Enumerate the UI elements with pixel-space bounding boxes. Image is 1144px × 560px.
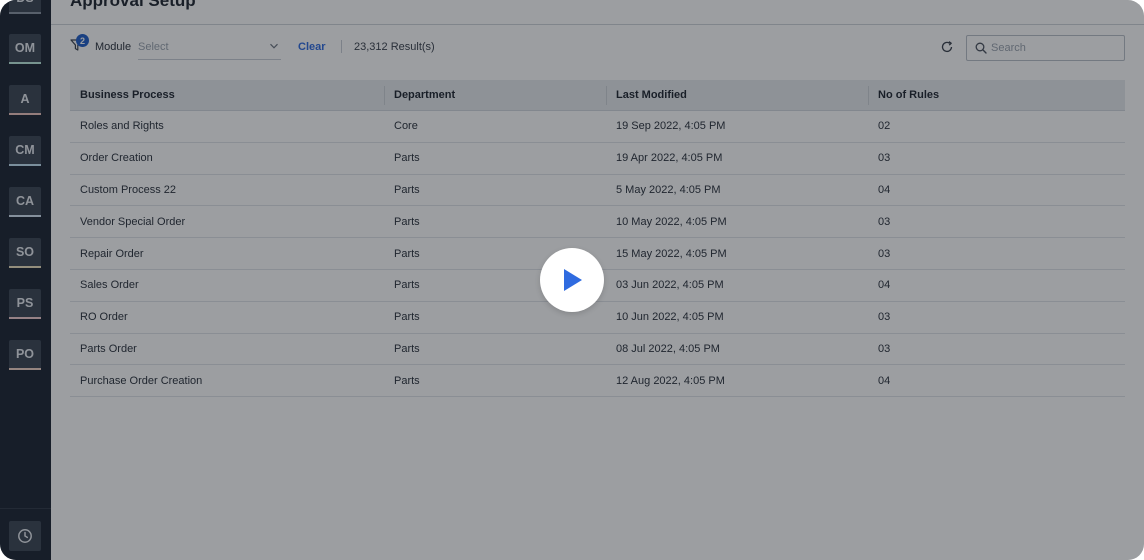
column-header-business-process[interactable]: Business Process xyxy=(70,80,384,110)
cell-last-modified: 15 May 2022, 4:05 PM xyxy=(616,247,727,260)
cell-department: Parts xyxy=(394,342,420,355)
cell-department: Parts xyxy=(394,374,420,387)
cell-business-process: Order Creation xyxy=(80,152,153,165)
table-row[interactable]: Custom Process 22 Parts 5 May 2022, 4:05… xyxy=(70,175,1125,207)
sidebar-item-ps[interactable]: PS xyxy=(9,289,41,319)
cell-no-of-rules: 04 xyxy=(878,279,891,292)
sidebar-item-po[interactable]: PO xyxy=(9,340,41,370)
cell-last-modified: 12 Aug 2022, 4:05 PM xyxy=(616,374,725,387)
cell-no-of-rules: 03 xyxy=(878,311,891,324)
cell-business-process: RO Order xyxy=(80,311,128,324)
sidebar-divider xyxy=(0,508,51,509)
cell-department: Parts xyxy=(394,183,420,196)
page-title: Approval Setup xyxy=(70,0,196,10)
sidebar-item-a[interactable]: A xyxy=(9,85,41,115)
table-row[interactable]: Vendor Special Order Parts 10 May 2022, … xyxy=(70,206,1125,239)
cell-no-of-rules: 03 xyxy=(878,342,891,355)
chevron-down-icon xyxy=(270,43,278,49)
cell-business-process: Repair Order xyxy=(80,247,144,260)
table-row[interactable]: Order Creation Parts 19 Apr 2022, 4:05 P… xyxy=(70,143,1125,175)
cell-last-modified: 03 Jun 2022, 4:05 PM xyxy=(616,279,724,292)
table-row[interactable]: Purchase Order Creation Parts 12 Aug 202… xyxy=(70,365,1125,398)
cell-business-process: Roles and Rights xyxy=(80,120,164,133)
title-divider xyxy=(51,24,1144,25)
cell-no-of-rules: 02 xyxy=(878,120,891,133)
sidebar-item-cm[interactable]: CM xyxy=(9,136,41,166)
sidebar-item-so[interactable]: SO xyxy=(9,238,41,268)
sidebar-item-ca[interactable]: CA xyxy=(9,187,41,217)
filter-count-badge: 2 xyxy=(76,34,89,47)
cell-department: Parts xyxy=(394,152,420,165)
cell-last-modified: 10 May 2022, 4:05 PM xyxy=(616,215,727,228)
cell-department: Parts xyxy=(394,215,420,228)
toolbar: 2 Module Select Clear 23,312 Result(s) xyxy=(70,34,1125,62)
cell-no-of-rules: 03 xyxy=(878,152,891,165)
table-header: Business Process Department Last Modifie… xyxy=(70,80,1125,111)
module-select[interactable]: Select xyxy=(138,36,281,60)
cell-no-of-rules: 03 xyxy=(878,215,891,228)
cell-no-of-rules: 03 xyxy=(878,247,891,260)
toolbar-separator xyxy=(341,40,342,53)
cell-no-of-rules: 04 xyxy=(878,183,891,196)
history-button[interactable] xyxy=(9,521,41,551)
approval-table: Business Process Department Last Modifie… xyxy=(70,80,1125,398)
column-header-department[interactable]: Department xyxy=(384,80,606,110)
cell-business-process: Custom Process 22 xyxy=(80,183,176,196)
cell-last-modified: 08 Jul 2022, 4:05 PM xyxy=(616,342,720,355)
search-input[interactable] xyxy=(991,39,1119,57)
search-icon xyxy=(975,42,987,54)
sidebar-item-ds[interactable]: DS xyxy=(9,0,41,14)
play-icon xyxy=(564,269,582,291)
cell-business-process: Sales Order xyxy=(80,279,139,292)
result-count: 23,312 Result(s) xyxy=(354,41,435,53)
app-frame: DS OM A CM CA SO PS PO Approval Setup 2 … xyxy=(0,0,1144,560)
refresh-icon[interactable] xyxy=(940,40,954,54)
cell-last-modified: 5 May 2022, 4:05 PM xyxy=(616,183,721,196)
history-clock-icon xyxy=(18,529,32,543)
sidebar-item-om[interactable]: OM xyxy=(9,34,41,64)
search-box[interactable] xyxy=(966,35,1125,61)
cell-last-modified: 19 Sep 2022, 4:05 PM xyxy=(616,120,726,133)
table-row[interactable]: RO Order Parts 10 Jun 2022, 4:05 PM 03 xyxy=(70,302,1125,334)
cell-last-modified: 19 Apr 2022, 4:05 PM xyxy=(616,152,723,165)
cell-business-process: Vendor Special Order xyxy=(80,215,186,228)
cell-last-modified: 10 Jun 2022, 4:05 PM xyxy=(616,311,724,324)
module-select-value: Select xyxy=(138,41,169,53)
cell-no-of-rules: 04 xyxy=(878,374,891,387)
table-row[interactable]: Parts Order Parts 08 Jul 2022, 4:05 PM 0… xyxy=(70,334,1125,366)
sidebar: DS OM A CM CA SO PS PO xyxy=(0,0,51,560)
module-label: Module xyxy=(95,41,132,53)
table-row[interactable]: Roles and Rights Core 19 Sep 2022, 4:05 … xyxy=(70,111,1125,143)
cell-department: Core xyxy=(394,120,418,133)
cell-business-process: Parts Order xyxy=(80,342,137,355)
column-header-last-modified[interactable]: Last Modified xyxy=(606,80,868,110)
column-header-no-of-rules[interactable]: No of Rules xyxy=(868,80,1125,110)
play-button[interactable] xyxy=(540,248,604,312)
clear-filters-link[interactable]: Clear xyxy=(298,41,326,53)
cell-business-process: Purchase Order Creation xyxy=(80,374,203,387)
